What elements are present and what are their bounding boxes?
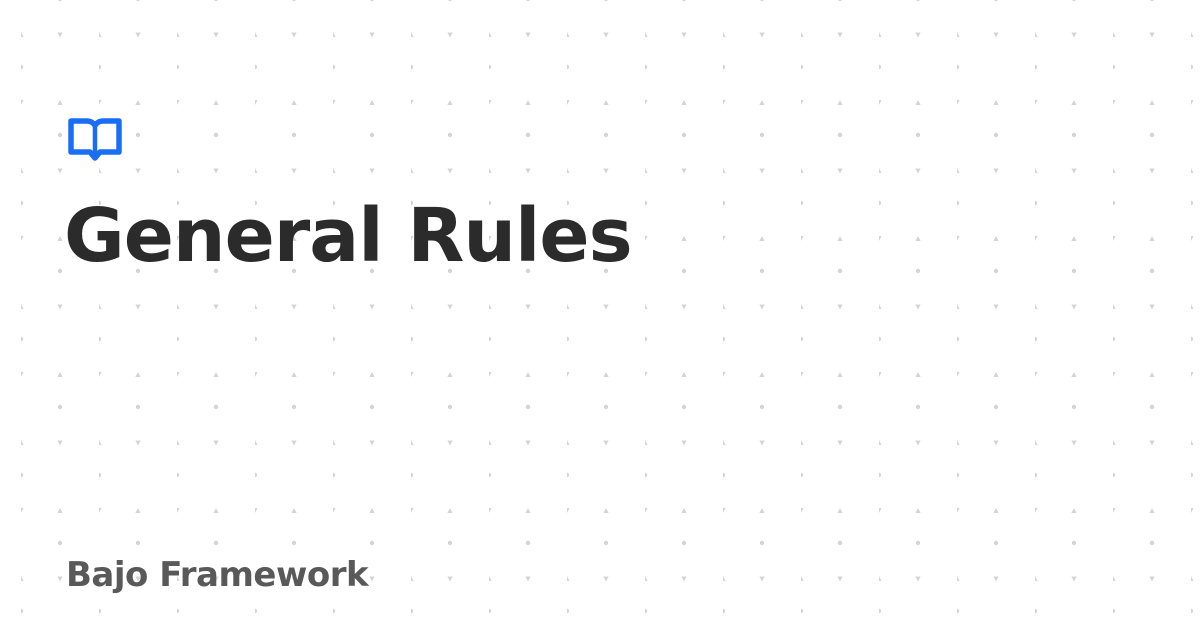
social-card: General Rules Bajo Framework bbox=[0, 0, 1200, 630]
site-name: Bajo Framework bbox=[66, 555, 369, 595]
open-book-icon bbox=[68, 118, 122, 162]
page-title: General Rules bbox=[64, 193, 633, 279]
